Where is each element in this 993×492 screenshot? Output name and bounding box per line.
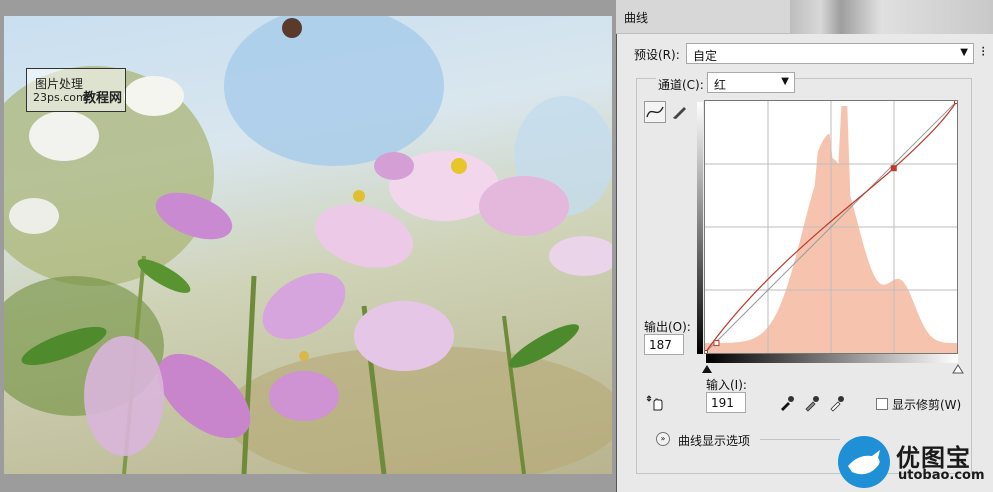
output-value: 187	[649, 338, 672, 352]
white-eyedropper[interactable]	[828, 394, 846, 412]
white-eyedropper-icon	[830, 396, 844, 412]
curve-point-tool[interactable]	[644, 101, 666, 123]
show-clipping-checkbox[interactable]	[876, 398, 888, 410]
watermark-line3: 教程网	[83, 91, 123, 106]
expand-chevron-icon[interactable]: »	[656, 432, 670, 446]
chevron-down-icon: ▼	[781, 76, 789, 87]
watermark-line1: 图片处理	[35, 77, 84, 91]
preset-options-icon[interactable]: ⁝	[981, 44, 985, 60]
curve-control-point	[954, 101, 957, 104]
input-gradient-bar	[706, 354, 958, 363]
flower-photo: 图片处理 23ps.com 教程网	[4, 16, 612, 474]
black-eyedropper-icon	[781, 396, 794, 411]
photo-area: 图片处理 23ps.com 教程网	[0, 0, 616, 492]
chevron-down-icon: ▼	[960, 47, 968, 58]
background-panel-strip	[790, 0, 993, 34]
bird-icon	[838, 436, 890, 488]
curve-control-point	[713, 340, 720, 347]
input-field[interactable]: 191	[706, 392, 746, 413]
curve-control-point	[890, 165, 897, 172]
preset-select[interactable]: 自定 ▼	[686, 43, 974, 64]
input-value: 191	[711, 396, 734, 410]
logo-text-en: utobao.com	[898, 468, 985, 483]
gray-eyedropper[interactable]	[803, 394, 821, 412]
curve-point-icon	[646, 106, 664, 118]
watermark: 图片处理 23ps.com 教程网	[26, 68, 126, 112]
curve-control-point	[705, 350, 708, 353]
preset-label: 预设(R):	[634, 48, 680, 62]
channel-value: 红	[714, 78, 727, 92]
output-field[interactable]: 187	[644, 334, 684, 355]
input-label: 输入(I):	[706, 378, 747, 392]
white-point-slider[interactable]	[952, 364, 964, 374]
site-logo: 优图宝 utobao.com	[838, 436, 988, 490]
channel-label: 通道(C):	[656, 76, 706, 93]
dialog-title-text: 曲线	[624, 11, 649, 25]
hand-adjust-tool[interactable]	[646, 394, 666, 412]
black-eyedropper[interactable]	[778, 394, 796, 412]
dialog-title-bar-bg: 曲线	[616, 0, 790, 34]
output-label: 输出(O):	[644, 320, 691, 334]
gray-eyedropper-icon	[805, 396, 819, 412]
pencil-tool[interactable]	[670, 101, 690, 121]
channel-select[interactable]: 红 ▼	[707, 72, 795, 93]
curve-options-label[interactable]: 曲线显示选项	[678, 432, 750, 449]
pencil-icon	[673, 107, 686, 119]
curve-graph[interactable]	[704, 100, 958, 354]
divider	[760, 439, 840, 440]
output-gradient-bar	[697, 102, 703, 354]
watermark-line2: 23ps.com	[33, 91, 87, 104]
show-clipping-label: 显示修剪(W)	[892, 398, 962, 412]
preset-value: 自定	[693, 49, 718, 63]
black-point-slider[interactable]	[701, 364, 713, 374]
hand-adjust-icon	[646, 395, 663, 411]
